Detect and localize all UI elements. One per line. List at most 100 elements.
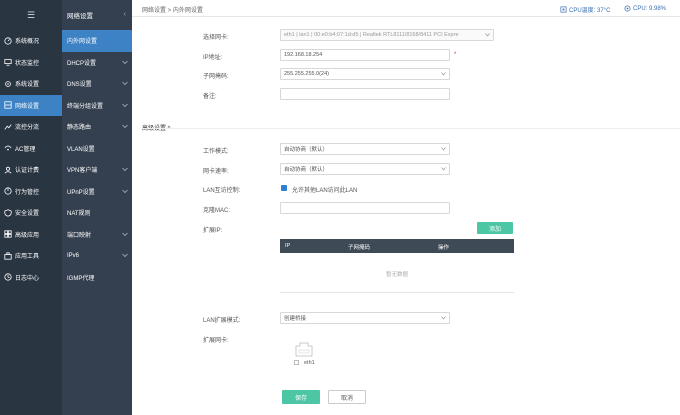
col-action: 操作: [438, 245, 450, 251]
subnav-item-port-mapping[interactable]: 端口映射: [62, 224, 132, 246]
sidebar-item-network[interactable]: 网络设置: [0, 94, 62, 116]
sidebar-item-system[interactable]: 系统设置: [0, 73, 62, 95]
eth1-label: eth1: [304, 360, 315, 366]
thermometer-icon: [560, 6, 567, 13]
required-mark: *: [454, 52, 457, 58]
nic-rate-label: 网卡速率:: [203, 169, 229, 175]
ip-input[interactable]: 192.168.18.254: [280, 49, 450, 61]
chevron-down-icon: [485, 33, 490, 37]
top-bar: 网络设置 > 内外网设置 CPU温度: 37°C CPU: 9.98%: [132, 0, 680, 17]
chevron-down-icon: [441, 316, 446, 320]
cpu-usage-status: CPU: 9.98%: [624, 5, 666, 12]
chevron-down-icon: [122, 81, 128, 86]
sidebar-item-label: 系统设置: [15, 82, 40, 89]
subnav-title: 网络设置 ‹: [67, 11, 126, 20]
subnav-item-dhcp[interactable]: DHCP设置: [62, 52, 132, 74]
eth1-checkbox[interactable]: [294, 360, 299, 365]
remark-label: 备注:: [203, 94, 217, 100]
subnav-item-vpn[interactable]: VPN客户端: [62, 159, 132, 181]
sidebar-item-security[interactable]: 安全设置: [0, 202, 62, 224]
col-mask: 子网掩码: [348, 245, 371, 251]
extend-ip-label: 扩展IP:: [203, 228, 223, 234]
sidebar-item-auth[interactable]: 认证计费: [0, 159, 62, 181]
sidebar-item-label: 状态监控: [15, 60, 40, 67]
network-icon: [3, 101, 12, 110]
subnav-item-igmp[interactable]: IGMP代理: [62, 267, 132, 289]
nic-select[interactable]: eth1 | lan1 | 00:e0:b4:07:1d:d5 | Realte…: [280, 29, 494, 41]
subnav-item-nat[interactable]: NAT规则: [62, 202, 132, 224]
lan-access-text: 允许其他LAN访问此LAN: [292, 188, 358, 194]
subnav-item-lan-wan[interactable]: 内外网设置: [62, 30, 132, 52]
chevron-down-icon: [122, 253, 128, 258]
clone-mac-label: 克隆MAC:: [203, 208, 231, 214]
chevron-down-icon: [122, 124, 128, 129]
monitor-icon: [3, 58, 12, 67]
ip-label: IP地址:: [203, 55, 223, 61]
lan-ext-mode-label: LAN扩展模式:: [203, 318, 241, 324]
chevron-down-icon: [122, 167, 128, 172]
sidebar-item-log[interactable]: 日志中心: [0, 267, 62, 289]
sidebar-item-behavior[interactable]: 行为管控: [0, 181, 62, 203]
work-mode-select[interactable]: 自动协商（默认）: [280, 143, 450, 155]
ac-icon: [3, 144, 12, 153]
nic-label: 选择网卡:: [203, 35, 229, 41]
behavior-icon: [3, 187, 12, 196]
chevron-down-icon: [441, 167, 446, 171]
cpu-icon: [624, 5, 631, 12]
collapse-chevron-icon[interactable]: ‹: [124, 11, 126, 18]
sidebar-item-tools[interactable]: 应用工具: [0, 245, 62, 267]
clone-mac-input[interactable]: [280, 202, 450, 214]
sidebar-item-label: 认证计费: [15, 168, 40, 175]
breadcrumb: 网络设置 > 内外网设置: [142, 8, 203, 14]
add-button[interactable]: 添加: [477, 222, 513, 234]
ext-nic-label: 扩展网卡:: [203, 338, 229, 344]
sidebar-item-flow[interactable]: 流控分流: [0, 116, 62, 138]
main-content: 选择网卡: eth1 | lan1 | 00:e0:b4:07:1d:d5 | …: [132, 17, 680, 415]
sidebar-item-ac[interactable]: AC管理: [0, 138, 62, 160]
sidebar-item-label: 高级应用: [15, 232, 40, 239]
subnav-item-ipv6[interactable]: IPv6: [62, 245, 132, 267]
subnav-item-dns[interactable]: DNS设置: [62, 73, 132, 95]
subnav-item-vlan[interactable]: VLAN设置: [62, 138, 132, 160]
lan-ext-mode-select[interactable]: 创建桥接: [280, 312, 450, 324]
subnav-item-static-route[interactable]: 静态路由: [62, 116, 132, 138]
ethernet-port-icon: [295, 342, 313, 357]
menu-toggle-icon[interactable]: ☰: [0, 0, 62, 30]
empty-table-text: 暂无数据: [280, 253, 514, 293]
auth-icon: [3, 165, 12, 174]
sidebar-item-label: 网络设置: [15, 103, 40, 110]
remark-input[interactable]: [280, 88, 450, 100]
sidebar-item-label: 日志中心: [15, 275, 40, 282]
sub-navigation: 网络设置 ‹ 内外网设置 DHCP设置 DNS设置 终端分组设置 静态路由 VLA…: [62, 0, 132, 415]
sidebar-item-label: 安全设置: [15, 211, 40, 218]
nic-rate-select[interactable]: 自动协商（默认）: [280, 163, 450, 175]
chevron-down-icon: [441, 147, 446, 151]
save-button[interactable]: 保存: [282, 390, 320, 404]
sidebar-item-label: AC管理: [15, 146, 36, 153]
sidebar-item-advanced[interactable]: 高级应用: [0, 224, 62, 246]
chevron-down-icon: [122, 232, 128, 236]
sidebar-item-overview[interactable]: 系统概况: [0, 30, 62, 52]
mask-label: 子网掩码:: [203, 74, 229, 80]
chevron-down-icon: [441, 72, 446, 76]
chevron-down-icon: [122, 60, 128, 64]
cancel-button[interactable]: 取消: [328, 390, 366, 404]
sidebar-item-label: 系统概况: [15, 39, 40, 46]
chevron-down-icon: [122, 189, 128, 193]
flow-icon: [3, 122, 12, 131]
sidebar-item-label: 行为管控: [15, 189, 40, 196]
settings-icon: [3, 79, 12, 88]
lan-control-label: LAN互访控制:: [203, 188, 241, 194]
lan-access-checkbox[interactable]: [281, 185, 287, 191]
subnav-item-terminal-group[interactable]: 终端分组设置: [62, 95, 132, 117]
sidebar-item-status[interactable]: 状态监控: [0, 52, 62, 74]
sidebar-item-label: 应用工具: [15, 254, 40, 261]
log-icon: [3, 273, 12, 282]
mask-select[interactable]: 255.255.255.0(24): [280, 68, 450, 80]
tools-icon: [3, 251, 12, 260]
divider: [142, 128, 680, 129]
subnav-item-upnp[interactable]: UPnP设置: [62, 181, 132, 203]
security-icon: [3, 208, 12, 217]
dashboard-icon: [3, 36, 12, 45]
work-mode-label: 工作模式:: [203, 149, 229, 155]
